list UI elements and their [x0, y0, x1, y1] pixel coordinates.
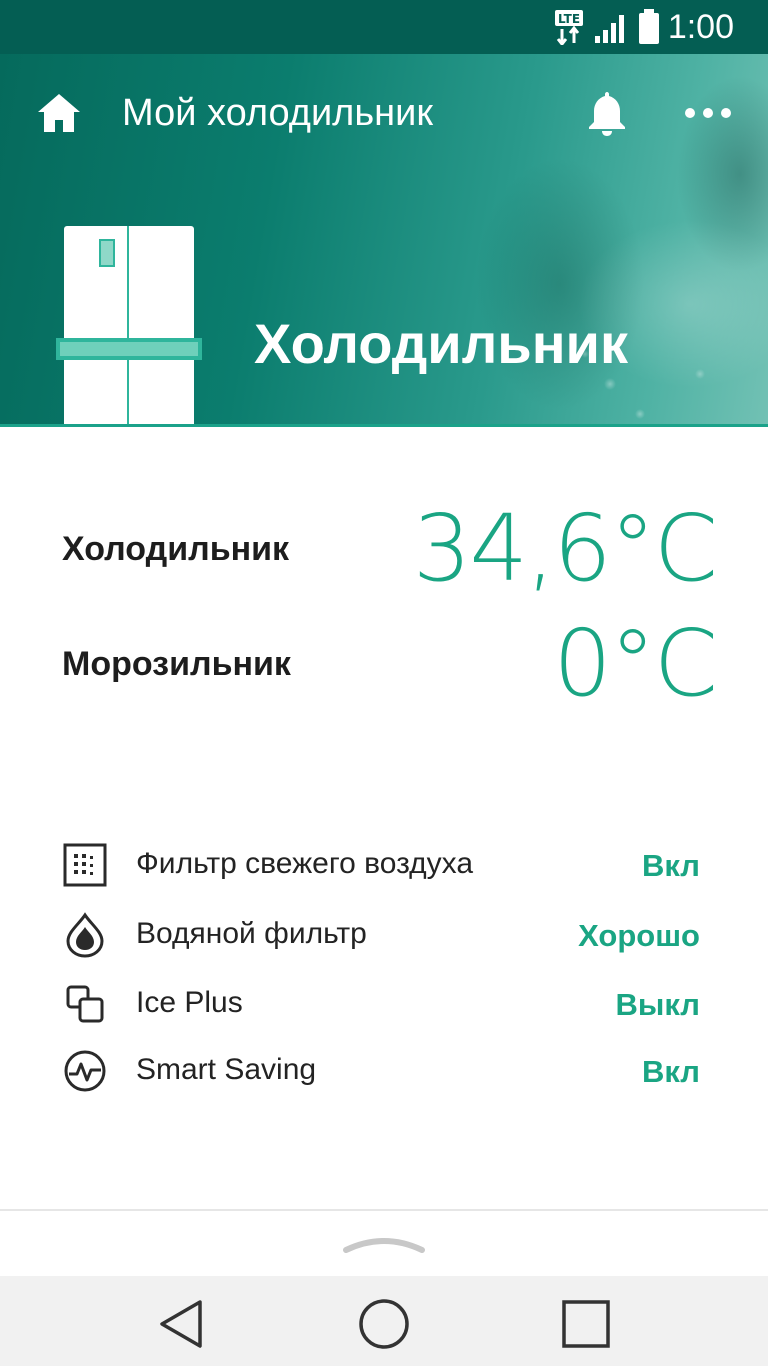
feature-smart-saving[interactable]: Smart Saving Вкл	[0, 1042, 768, 1098]
svg-text:LTE: LTE	[558, 12, 580, 26]
freezer-temperature-row[interactable]: Морозильник 0°C	[0, 610, 768, 720]
fridge-temperature-label: Холодильник	[62, 530, 290, 568]
hero-title: Холодильник	[254, 312, 628, 375]
status-icons: LTE	[554, 9, 660, 45]
app-bar: Мой холодильник	[0, 54, 768, 172]
feature-label: Ice Plus	[136, 986, 243, 1019]
hero-header: Мой холодильник Холодильник	[0, 54, 768, 427]
feature-status[interactable]: Вкл	[642, 846, 700, 886]
bell-icon[interactable]	[584, 88, 630, 138]
home-circle-icon[interactable]	[354, 1294, 414, 1354]
battery-icon	[638, 9, 659, 44]
lte-data-icon: LTE	[554, 10, 583, 45]
feature-status[interactable]: Вкл	[642, 1052, 700, 1092]
water-drop-icon	[66, 912, 104, 958]
feature-status[interactable]: Хорошо	[578, 916, 700, 956]
feature-status[interactable]: Выкл	[616, 985, 700, 1025]
air-filter-icon	[63, 843, 107, 887]
feature-ice-plus[interactable]: Ice Plus Выкл	[0, 975, 768, 1031]
smart-saving-icon	[64, 1050, 106, 1092]
freezer-temperature-value: 0°C	[553, 610, 718, 717]
fridge-temperature-value: 34,6°C	[412, 495, 718, 602]
recents-icon[interactable]	[556, 1294, 616, 1354]
home-icon[interactable]	[36, 90, 82, 136]
status-time: 1:00	[667, 7, 734, 46]
app-title: Мой холодильник	[122, 92, 433, 134]
system-navigation-bar	[0, 1276, 768, 1366]
feature-water-filter[interactable]: Водяной фильтр Хорошо	[0, 906, 768, 962]
feature-label: Водяной фильтр	[136, 917, 367, 950]
status-bar: LTE 1:00	[0, 0, 768, 54]
signal-icon	[594, 15, 624, 43]
ice-cubes-icon	[66, 985, 104, 1023]
back-icon[interactable]	[152, 1294, 212, 1354]
feature-label: Фильтр свежего воздуха	[136, 847, 474, 880]
more-icon[interactable]	[682, 98, 734, 128]
bottom-divider	[0, 1209, 768, 1211]
chevron-up-icon[interactable]	[340, 1228, 428, 1260]
feature-label: Smart Saving	[136, 1053, 317, 1086]
fridge-icon	[56, 226, 202, 424]
feature-air-filter[interactable]: Фильтр свежего воздуха Вкл	[0, 836, 768, 892]
fridge-temperature-row[interactable]: Холодильник 34,6°C	[0, 495, 768, 605]
freezer-temperature-label: Морозильник	[62, 645, 291, 683]
